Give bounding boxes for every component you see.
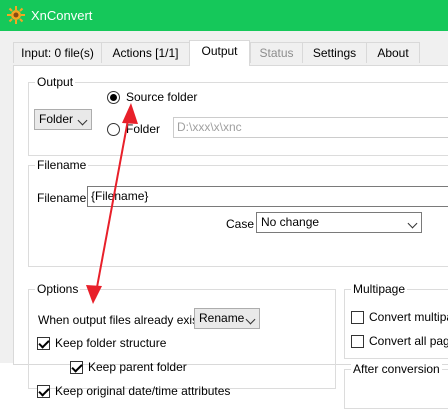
folder-radio[interactable] (107, 123, 120, 136)
convert-multipage-checkbox[interactable] (351, 311, 364, 324)
convert-multipage-label: Convert multipag (369, 310, 448, 324)
xnconvert-logo-icon (7, 6, 25, 24)
case-label: Case (226, 217, 255, 231)
multipage-group-title: Multipage (351, 282, 408, 296)
convert-all-pages-label: Convert all pages (369, 334, 448, 348)
output-group-title: Output (35, 75, 76, 89)
keep-folder-structure-checkbox[interactable] (37, 337, 50, 350)
exists-value: Rename (199, 311, 245, 325)
multipage-group: Multipage Convert multipag Convert all p… (344, 282, 448, 359)
chevron-down-icon (245, 314, 256, 325)
window-title: XnConvert (31, 8, 93, 23)
output-group: Output Folder Source folder Folder D:\xx… (28, 75, 448, 156)
options-group: Options When output files already exist … (28, 282, 336, 398)
case-select[interactable]: No change (256, 212, 422, 233)
source-folder-label: Source folder (126, 90, 198, 104)
options-group-title: Options (35, 282, 81, 296)
keep-original-date-checkbox[interactable] (37, 385, 50, 398)
keep-folder-structure-label: Keep folder structure (55, 336, 167, 350)
output-type-select[interactable]: Folder (34, 109, 92, 130)
tab-output[interactable]: Output (189, 40, 250, 66)
tab-status[interactable]: Status (250, 42, 303, 63)
chevron-down-icon (407, 218, 418, 229)
filename-label: Filename (37, 191, 87, 205)
tab-about[interactable]: About (366, 42, 420, 63)
source-folder-radio[interactable] (107, 91, 120, 104)
tab-input[interactable]: Input: 0 file(s) (13, 42, 102, 63)
exists-select[interactable]: Rename (194, 308, 260, 329)
exists-label: When output files already exist (38, 313, 202, 327)
folder-label: Folder (126, 122, 161, 136)
after-conversion-group-title: After conversion (351, 362, 442, 376)
convert-all-pages-checkbox[interactable] (351, 335, 364, 348)
title-bar: XnConvert (0, 0, 448, 31)
filename-group-title: Filename (35, 158, 89, 172)
after-conversion-group: After conversion (344, 362, 448, 409)
chevron-down-icon (77, 115, 88, 126)
tab-settings[interactable]: Settings (302, 42, 367, 63)
folder-path-input[interactable]: D:\xxx\x\xnc (173, 117, 448, 138)
keep-parent-folder-label: Keep parent folder (88, 360, 187, 374)
case-value: No change (261, 215, 320, 229)
tab-strip: Input: 0 file(s) Actions [1/1] Output St… (0, 31, 448, 67)
output-tab-panel: Output Folder Source folder Folder D:\xx… (13, 65, 448, 409)
filename-group: Filename Filename {Filename} Case No cha… (28, 158, 448, 267)
keep-original-date-label: Keep original date/time attributes (55, 384, 231, 398)
filename-input[interactable]: {Filename} (87, 186, 448, 207)
main-window-body: Input: 0 file(s) Actions [1/1] Output St… (0, 31, 448, 409)
tab-actions[interactable]: Actions [1/1] (101, 42, 190, 63)
output-type-value: Folder (39, 112, 74, 126)
